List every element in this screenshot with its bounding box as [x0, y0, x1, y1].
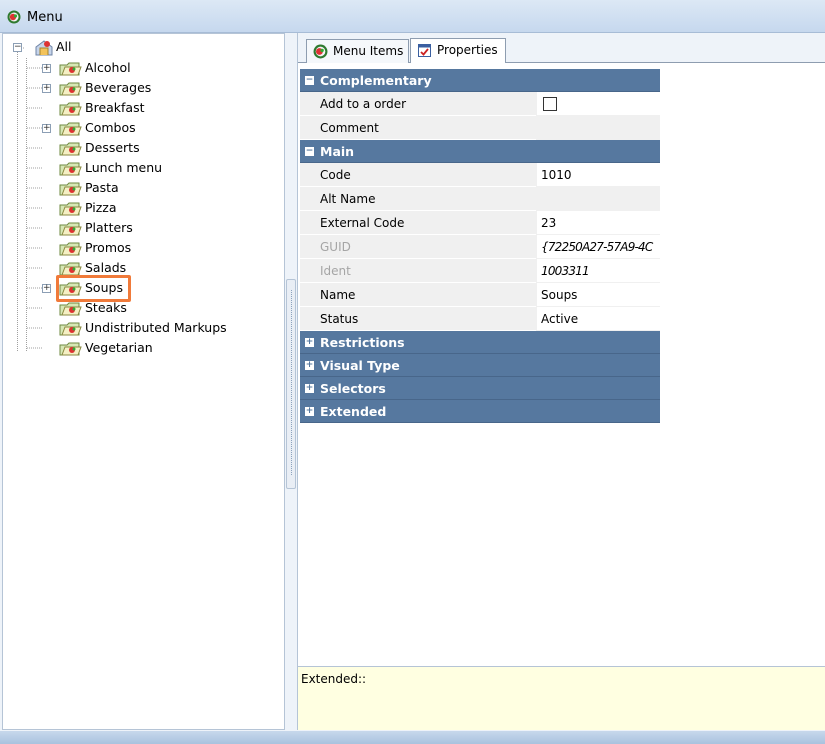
menu-tree[interactable]: − All + Alcohol + Beverages Breakfast + [2, 33, 285, 730]
name-value[interactable]: Soups [536, 283, 660, 307]
menu-folder-icon [58, 340, 82, 364]
property-name: Code [300, 163, 536, 187]
property-name: Alt Name [300, 187, 536, 211]
guid-value: {72250A27-57A9-4C [536, 235, 660, 259]
title-bar: Menu [0, 0, 825, 33]
add-to-order-checkbox[interactable] [543, 97, 557, 111]
category-extended[interactable]: + Extended [300, 400, 660, 423]
tree-item-label: Beverages [85, 80, 152, 95]
property-row-guid: GUID {72250A27-57A9-4C [300, 235, 660, 259]
tab-label: Menu Items [333, 44, 404, 58]
code-value[interactable]: 1010 [536, 163, 660, 187]
property-name: Name [300, 283, 536, 307]
expand-icon: + [305, 337, 314, 347]
category-selectors[interactable]: + Selectors [300, 377, 660, 400]
property-row-code: Code 1010 [300, 163, 660, 187]
property-row-comment: Comment [300, 116, 660, 140]
property-name: Comment [300, 116, 536, 140]
property-name: Ident [300, 259, 536, 283]
menu-app-icon [7, 10, 21, 27]
expand-icon: + [305, 360, 314, 370]
property-row-add-to-order: Add to a order [300, 92, 660, 116]
tree-expand-alcohol[interactable]: + [42, 64, 51, 73]
properties-icon [417, 43, 432, 65]
category-complementary[interactable]: − Complementary [300, 69, 660, 92]
tree-connector-lines [17, 47, 43, 352]
panel-splitter[interactable] [286, 279, 296, 489]
tree-item-label: Platters [85, 220, 133, 235]
window-title: Menu [27, 10, 63, 25]
external-code-value[interactable]: 23 [536, 211, 660, 235]
tree-item-label: Steaks [85, 300, 127, 315]
comment-value[interactable] [536, 116, 660, 140]
property-row-alt-name: Alt Name [300, 187, 660, 211]
property-name: External Code [300, 211, 536, 235]
property-value-cell [536, 92, 660, 116]
tree-item-label: Alcohol [85, 60, 131, 75]
property-row-ident: Ident 1003311 [300, 259, 660, 283]
tab-bar: Menu Items Properties [298, 33, 825, 63]
property-row-status: Status Active [300, 307, 660, 331]
splitter-grip [291, 290, 292, 475]
tab-properties[interactable]: Properties [410, 38, 506, 63]
tree-item-label: Vegetarian [85, 340, 153, 355]
tree-root-label: All [56, 39, 72, 54]
ident-value: 1003311 [536, 259, 660, 283]
expand-icon: + [305, 406, 314, 416]
property-description: Extended:: [298, 666, 825, 730]
status-bar [0, 731, 825, 744]
tree-item-label: Combos [85, 120, 136, 135]
properties-panel: Menu Items Properties − Complementary Ad… [297, 33, 825, 730]
category-visual-type[interactable]: + Visual Type [300, 354, 660, 377]
property-name: Add to a order [300, 92, 536, 116]
collapse-icon: − [305, 75, 314, 85]
category-main[interactable]: − Main [300, 140, 660, 163]
tree-root-collapse-toggle[interactable]: − [13, 43, 22, 52]
property-row-external-code: External Code 23 [300, 211, 660, 235]
tree-item-label: Lunch menu [85, 160, 163, 175]
tree-item-label: Breakfast [85, 100, 145, 115]
alt-name-value[interactable] [536, 187, 660, 211]
property-name: GUID [300, 235, 536, 259]
tree-expand-combos[interactable]: + [42, 124, 51, 133]
tree-expand-soups[interactable]: + [42, 284, 51, 293]
expand-icon: + [305, 383, 314, 393]
tab-label: Properties [437, 43, 498, 57]
tree-expand-beverages[interactable]: + [42, 84, 51, 93]
tab-menu-items[interactable]: Menu Items [306, 39, 409, 63]
folder-all-icon [34, 39, 54, 63]
tree-item-label: Desserts [85, 140, 140, 155]
menu-app-icon [313, 44, 328, 66]
category-restrictions[interactable]: + Restrictions [300, 331, 660, 354]
property-row-name: Name Soups [300, 283, 660, 307]
property-grid: − Complementary Add to a order Comment −… [300, 69, 660, 423]
collapse-icon: − [305, 146, 314, 156]
tree-item-label: Promos [85, 240, 132, 255]
property-name: Status [300, 307, 536, 331]
tree-item-label: Undistributed Markups [85, 320, 227, 335]
tree-item-label: Pasta [85, 180, 119, 195]
status-value[interactable]: Active [536, 307, 660, 331]
tree-item-label: Pizza [85, 200, 117, 215]
